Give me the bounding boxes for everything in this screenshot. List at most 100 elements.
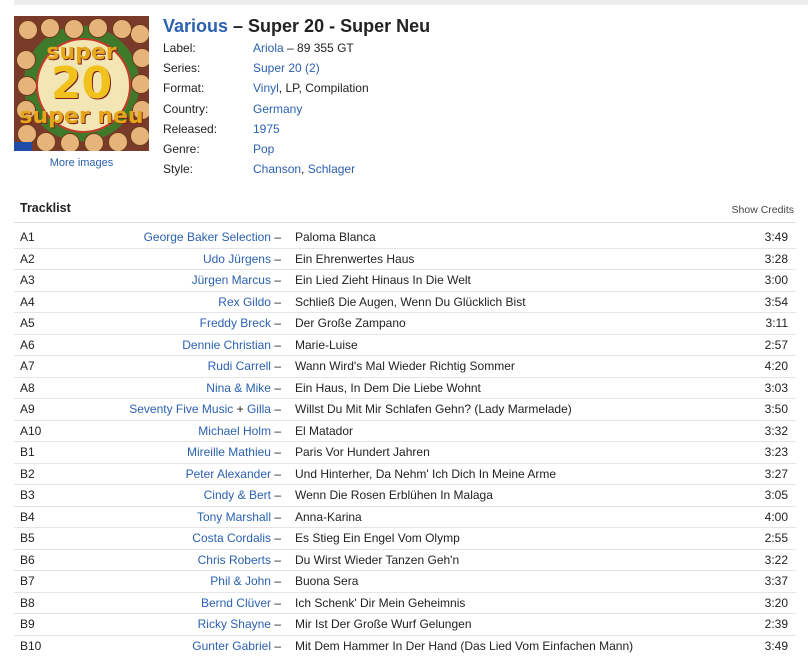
release-artist-link[interactable]: Various bbox=[163, 16, 228, 36]
track-artist: Tony Marshall – bbox=[197, 507, 281, 528]
track-title: El Matador bbox=[295, 421, 353, 442]
track-artist-link[interactable]: Bernd Clüver bbox=[201, 596, 271, 610]
genre-link[interactable]: Pop bbox=[253, 142, 274, 156]
track-title: Schließ Die Augen, Wenn Du Glücklich Bis… bbox=[295, 292, 526, 313]
country-link[interactable]: Germany bbox=[253, 102, 302, 116]
track-row: B1Mireille Mathieu – Paris Vor Hundert J… bbox=[14, 442, 796, 464]
cover-portrait bbox=[112, 19, 132, 39]
track-dash: – bbox=[271, 574, 281, 588]
info-key: Genre: bbox=[163, 139, 248, 159]
tracklist-heading: Tracklist bbox=[20, 201, 71, 215]
track-artist: Phil & John – bbox=[210, 571, 281, 592]
track-artist-link[interactable]: Costa Cordalis bbox=[192, 531, 271, 545]
track-artist-link[interactable]: Chris Roberts bbox=[198, 553, 271, 567]
track-artist-link[interactable]: Ricky Shayne bbox=[198, 617, 271, 631]
track-artist-link[interactable]: George Baker Selection bbox=[144, 230, 271, 244]
track-title: Wann Wird's Mal Wieder Richtig Sommer bbox=[295, 356, 515, 377]
track-artist-link[interactable]: Gunter Gabriel bbox=[192, 639, 271, 653]
track-title: Ein Haus, In Dem Die Liebe Wohnt bbox=[295, 378, 481, 399]
track-row: A10Michael Holm – El Matador3:32 bbox=[14, 421, 796, 443]
track-artist-link[interactable]: Jürgen Marcus bbox=[192, 273, 271, 287]
track-dash: – bbox=[271, 531, 281, 545]
track-dash: – bbox=[271, 295, 281, 309]
track-artist: Gunter Gabriel – bbox=[192, 636, 281, 656]
track-dash: – bbox=[271, 273, 281, 287]
series-link[interactable]: Super 20 (2) bbox=[253, 61, 320, 75]
track-position: B8 bbox=[20, 593, 35, 614]
style-link-schlager[interactable]: Schlager bbox=[308, 162, 355, 176]
track-dash: – bbox=[271, 424, 281, 438]
cover-portrait bbox=[36, 132, 56, 151]
track-position: B5 bbox=[20, 528, 35, 549]
top-divider bbox=[14, 0, 808, 5]
track-duration: 3:11 bbox=[766, 313, 788, 334]
track-title: Ein Ehrenwertes Haus bbox=[295, 249, 414, 270]
track-artist: Seventy Five Music + Gilla – bbox=[129, 399, 281, 420]
track-artist-link[interactable]: Dennie Christian bbox=[182, 338, 271, 352]
track-row: A2Udo Jürgens – Ein Ehrenwertes Haus3:28 bbox=[14, 249, 796, 271]
cover-portrait bbox=[40, 18, 60, 38]
track-artist-link[interactable]: Phil & John bbox=[210, 574, 271, 588]
track-artist-link[interactable]: Seventy Five Music bbox=[129, 402, 233, 416]
track-row: A4 Rex Gildo – Schließ Die Augen, Wenn Du… bbox=[14, 292, 796, 314]
track-artist: Jürgen Marcus – bbox=[192, 270, 281, 291]
track-artist-link[interactable]: Nina & Mike bbox=[206, 381, 271, 395]
track-title: Paris Vor Hundert Jahren bbox=[295, 442, 430, 463]
track-dash: – bbox=[271, 553, 281, 567]
track-position: A6 bbox=[20, 335, 35, 356]
track-artist-link[interactable]: Rudi Carrell bbox=[208, 359, 271, 373]
track-artist-link[interactable]: Cindy & Bert bbox=[204, 488, 271, 502]
track-position: B7 bbox=[20, 571, 35, 592]
track-artist-link[interactable]: Rex Gildo bbox=[218, 295, 271, 309]
track-row: B2Peter Alexander – Und Hinterher, Da Ne… bbox=[14, 464, 796, 486]
released-link[interactable]: 1975 bbox=[253, 122, 280, 136]
style-link-chanson[interactable]: Chanson bbox=[253, 162, 301, 176]
track-row: B4Tony Marshall – Anna-Karina4:00 bbox=[14, 507, 796, 529]
track-row: A8Nina & Mike – Ein Haus, In Dem Die Lie… bbox=[14, 378, 796, 400]
track-title: Ein Lied Zieht Hinaus In Die Welt bbox=[295, 270, 471, 291]
track-row: B7Phil & John – Buona Sera3:37 bbox=[14, 571, 796, 593]
track-artist-link[interactable]: Tony Marshall bbox=[197, 510, 271, 524]
track-dash: – bbox=[271, 316, 281, 330]
track-row: B3Cindy & Bert – Wenn Die Rosen Erblühen… bbox=[14, 485, 796, 507]
track-position: B4 bbox=[20, 507, 35, 528]
track-row: B8Bernd Clüver – Ich Schenk' Dir Mein Ge… bbox=[14, 593, 796, 615]
track-artist: Ricky Shayne – bbox=[198, 614, 281, 635]
track-artist-link[interactable]: Gilla bbox=[247, 402, 271, 416]
track-artist: Michael Holm – bbox=[198, 421, 281, 442]
track-artist: George Baker Selection – bbox=[144, 227, 281, 248]
track-position: A9 bbox=[20, 399, 35, 420]
track-dash: – bbox=[271, 467, 281, 481]
track-position: A4 bbox=[20, 292, 35, 313]
format-link[interactable]: Vinyl bbox=[253, 81, 279, 95]
track-duration: 2:57 bbox=[765, 335, 788, 356]
track-position: B3 bbox=[20, 485, 35, 506]
album-cover-image[interactable]: super 20 super neu bbox=[14, 16, 149, 151]
track-artist-link[interactable]: Peter Alexander bbox=[186, 467, 271, 481]
style-separator: , bbox=[301, 162, 308, 176]
track-row: A5Freddy Breck – Der Große Zampano3:11 bbox=[14, 313, 796, 335]
cover-portrait bbox=[88, 18, 108, 38]
track-artist-link[interactable]: Freddy Breck bbox=[200, 316, 271, 330]
track-artist-link[interactable]: Mireille Mathieu bbox=[187, 445, 271, 459]
track-title: Und Hinterher, Da Nehm' Ich Dich In Mein… bbox=[295, 464, 556, 485]
track-row: A3 Jürgen Marcus – Ein Lied Zieht Hinaus … bbox=[14, 270, 796, 292]
track-dash: – bbox=[271, 488, 281, 502]
track-artist-link[interactable]: Udo Jürgens bbox=[203, 252, 271, 266]
track-title: Mir Ist Der Große Wurf Gelungen bbox=[295, 614, 472, 635]
track-position: B6 bbox=[20, 550, 35, 571]
track-row: A7Rudi Carrell – Wann Wird's Mal Wieder … bbox=[14, 356, 796, 378]
label-link[interactable]: Ariola bbox=[253, 41, 284, 55]
track-title: Anna-Karina bbox=[295, 507, 362, 528]
cover-portrait bbox=[84, 133, 104, 151]
track-position: B1 bbox=[20, 442, 35, 463]
info-key: Released: bbox=[163, 119, 248, 139]
track-position: A3 bbox=[20, 270, 35, 291]
cover-portrait bbox=[18, 20, 38, 40]
show-credits-button[interactable]: Show Credits bbox=[732, 204, 794, 216]
track-duration: 3:00 bbox=[765, 270, 788, 291]
track-artist-link[interactable]: Michael Holm bbox=[198, 424, 271, 438]
track-title: Paloma Blanca bbox=[295, 227, 376, 248]
track-artist: Costa Cordalis – bbox=[192, 528, 281, 549]
more-images-link[interactable]: More images bbox=[14, 157, 149, 169]
